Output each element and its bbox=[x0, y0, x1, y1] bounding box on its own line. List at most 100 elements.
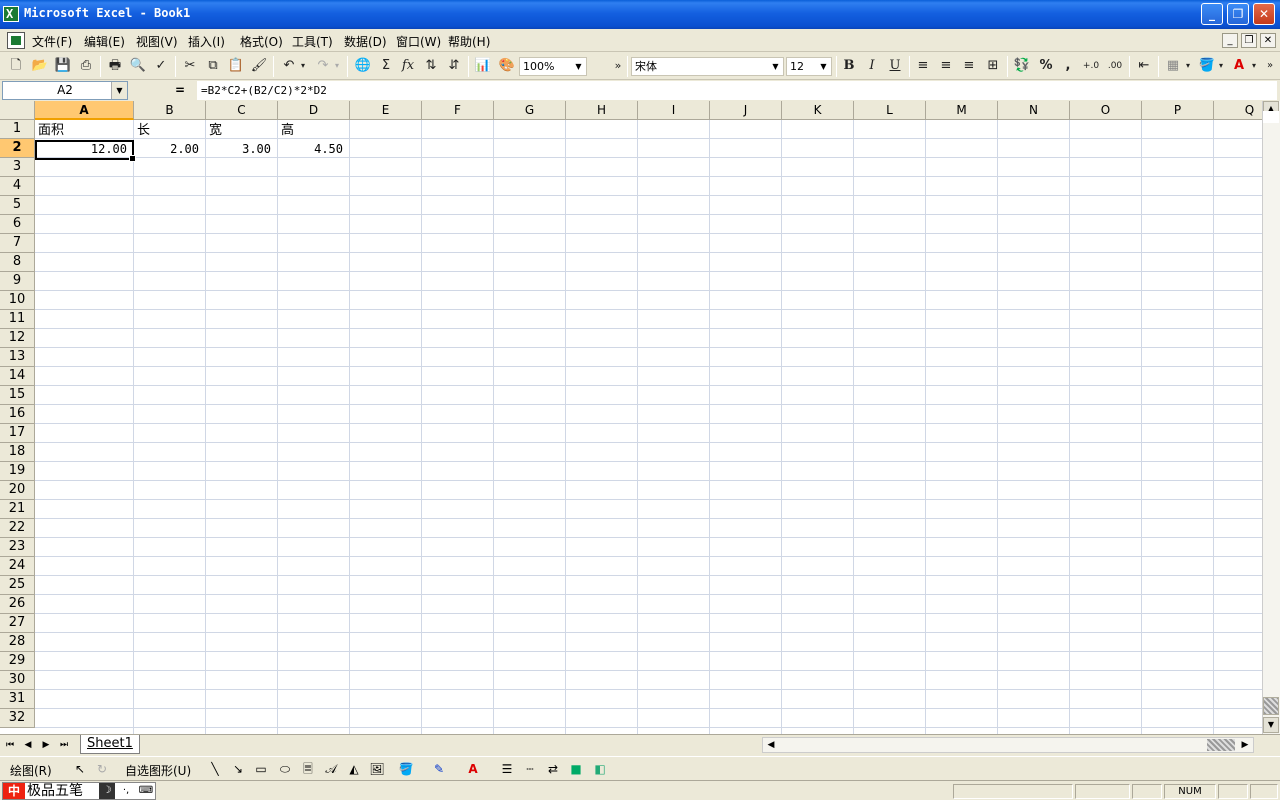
menu-file[interactable]: 文件(F) bbox=[32, 33, 72, 50]
column-header-j[interactable]: J bbox=[710, 101, 782, 120]
chevron-down-icon[interactable]: ▼ bbox=[769, 59, 782, 74]
permission-icon[interactable]: ⎙ bbox=[77, 57, 95, 75]
column-header-p[interactable]: P bbox=[1142, 101, 1214, 120]
sort-descending-icon[interactable]: ⇵ bbox=[445, 57, 463, 75]
autosum-icon[interactable]: Σ bbox=[377, 57, 395, 75]
row-header-3[interactable]: 3 bbox=[0, 158, 35, 177]
fill-color-icon[interactable]: 🪣 bbox=[1198, 57, 1216, 75]
arrow-style-icon[interactable]: ⇄ bbox=[544, 761, 562, 777]
print-icon[interactable]: 🖶 bbox=[106, 57, 124, 75]
row-header-26[interactable]: 26 bbox=[0, 595, 35, 614]
diagram-icon[interactable]: ◭ bbox=[345, 761, 363, 777]
minimize-button[interactable]: _ bbox=[1201, 3, 1223, 25]
row-header-4[interactable]: 4 bbox=[0, 177, 35, 196]
chevron-down-icon[interactable]: ▼ bbox=[111, 82, 127, 99]
percent-button[interactable]: % bbox=[1037, 57, 1055, 75]
ime-mode-label[interactable]: 中 bbox=[3, 783, 25, 799]
font-color-icon[interactable]: A bbox=[1230, 57, 1248, 75]
cell-d2[interactable]: 4.50 bbox=[278, 140, 350, 159]
row-header-31[interactable]: 31 bbox=[0, 690, 35, 709]
row-header-23[interactable]: 23 bbox=[0, 538, 35, 557]
moon-icon[interactable]: ☽ bbox=[99, 783, 115, 799]
select-objects-icon[interactable]: ↖ bbox=[71, 761, 89, 777]
text-box-icon[interactable]: 🗏 bbox=[299, 761, 317, 777]
print-preview-icon[interactable]: 🔍 bbox=[129, 57, 147, 75]
save-icon[interactable]: 💾 bbox=[54, 57, 72, 75]
select-all-corner[interactable] bbox=[0, 101, 35, 120]
row-header-15[interactable]: 15 bbox=[0, 386, 35, 405]
align-left-icon[interactable]: ≡ bbox=[914, 57, 932, 75]
comma-style-button[interactable]: , bbox=[1059, 57, 1077, 75]
redo-dropdown-icon[interactable]: ▾ bbox=[332, 57, 342, 75]
font-name-combo[interactable]: 宋体 ▼ bbox=[631, 57, 784, 76]
row-header-19[interactable]: 19 bbox=[0, 462, 35, 481]
row-header-17[interactable]: 17 bbox=[0, 424, 35, 443]
cell-c1[interactable]: 宽 bbox=[206, 121, 278, 140]
scroll-left-icon[interactable]: ◀ bbox=[763, 738, 779, 752]
hyperlink-icon[interactable]: 🌐 bbox=[354, 57, 372, 75]
row-header-16[interactable]: 16 bbox=[0, 405, 35, 424]
restore-button[interactable]: ❐ bbox=[1227, 3, 1249, 25]
chevron-down-icon[interactable]: ▼ bbox=[817, 59, 830, 74]
shadow-icon[interactable]: ■ bbox=[567, 761, 585, 777]
undo-dropdown-icon[interactable]: ▾ bbox=[298, 57, 308, 75]
last-sheet-icon[interactable]: ⏭ bbox=[56, 738, 72, 752]
horizontal-scrollbar[interactable]: ◀ ▶ bbox=[762, 737, 1254, 753]
menu-data[interactable]: 数据(D) bbox=[344, 33, 387, 50]
column-header-m[interactable]: M bbox=[926, 101, 998, 120]
row-header-11[interactable]: 11 bbox=[0, 310, 35, 329]
horizontal-scroll-thumb[interactable] bbox=[1207, 739, 1235, 751]
vertical-scrollbar[interactable]: ▲ ▼ bbox=[1262, 101, 1280, 734]
column-header-f[interactable]: F bbox=[422, 101, 494, 120]
close-button[interactable]: ✕ bbox=[1253, 3, 1275, 25]
column-header-b[interactable]: B bbox=[134, 101, 206, 120]
active-cell-cursor[interactable] bbox=[35, 140, 136, 162]
column-header-c[interactable]: C bbox=[206, 101, 278, 120]
font-color-icon[interactable]: A bbox=[464, 761, 482, 777]
drawing-icon[interactable]: 🎨 bbox=[498, 57, 516, 75]
keyboard-icon[interactable]: ⌨ bbox=[137, 783, 155, 799]
column-header-d[interactable]: D bbox=[278, 101, 350, 120]
row-header-30[interactable]: 30 bbox=[0, 671, 35, 690]
punctuation-icon[interactable]: ·, bbox=[117, 783, 135, 799]
prev-sheet-icon[interactable]: ◀ bbox=[20, 738, 36, 752]
increase-decimal-icon[interactable]: +.0 bbox=[1082, 57, 1100, 75]
align-center-icon[interactable]: ≡ bbox=[937, 57, 955, 75]
undo-icon[interactable]: ↶ bbox=[280, 57, 298, 75]
line-icon[interactable]: ╲ bbox=[206, 761, 224, 777]
column-header-o[interactable]: O bbox=[1070, 101, 1142, 120]
cut-icon[interactable]: ✂ bbox=[181, 57, 199, 75]
row-header-24[interactable]: 24 bbox=[0, 557, 35, 576]
borders-dropdown-icon[interactable]: ▾ bbox=[1183, 57, 1193, 75]
fill-color-icon[interactable]: 🪣 bbox=[397, 761, 415, 777]
wordart-icon[interactable]: 𝒜 bbox=[322, 761, 340, 777]
row-header-29[interactable]: 29 bbox=[0, 652, 35, 671]
clip-art-icon[interactable]: 🖼 bbox=[368, 761, 386, 777]
3d-icon[interactable]: ◧ bbox=[591, 761, 609, 777]
open-icon[interactable]: 📂 bbox=[31, 57, 49, 75]
chevron-down-icon[interactable]: ▼ bbox=[572, 59, 585, 74]
merge-center-icon[interactable]: ⊞ bbox=[984, 57, 1002, 75]
doc-restore-button[interactable]: ❐ bbox=[1241, 33, 1257, 48]
column-header-n[interactable]: N bbox=[998, 101, 1070, 120]
sheet-tab-sheet1[interactable]: Sheet1 bbox=[80, 735, 140, 754]
row-header-12[interactable]: 12 bbox=[0, 329, 35, 348]
underline-button[interactable]: U bbox=[886, 57, 904, 75]
menu-edit[interactable]: 编辑(E) bbox=[84, 33, 125, 50]
spelling-icon[interactable]: ✓ bbox=[152, 57, 170, 75]
column-header-q[interactable]: Q bbox=[1214, 101, 1262, 120]
row-header-32[interactable]: 32 bbox=[0, 709, 35, 728]
row-header-25[interactable]: 25 bbox=[0, 576, 35, 595]
new-icon[interactable]: 🗋 bbox=[7, 57, 25, 75]
line-color-icon[interactable]: ✎ bbox=[430, 761, 448, 777]
rotate-icon[interactable]: ↻ bbox=[93, 761, 111, 777]
fill-color-dropdown-icon[interactable]: ▾ bbox=[1216, 57, 1226, 75]
sort-ascending-icon[interactable]: ⇅ bbox=[422, 57, 440, 75]
chart-wizard-icon[interactable]: 📊 bbox=[474, 57, 492, 75]
row-header-2[interactable]: 2 bbox=[0, 139, 35, 158]
bold-button[interactable]: B bbox=[840, 57, 858, 75]
cell-d1[interactable]: 高 bbox=[278, 121, 350, 140]
font-color-dropdown-icon[interactable]: ▾ bbox=[1249, 57, 1259, 75]
first-sheet-icon[interactable]: ⏮ bbox=[2, 738, 18, 752]
column-header-e[interactable]: E bbox=[350, 101, 422, 120]
